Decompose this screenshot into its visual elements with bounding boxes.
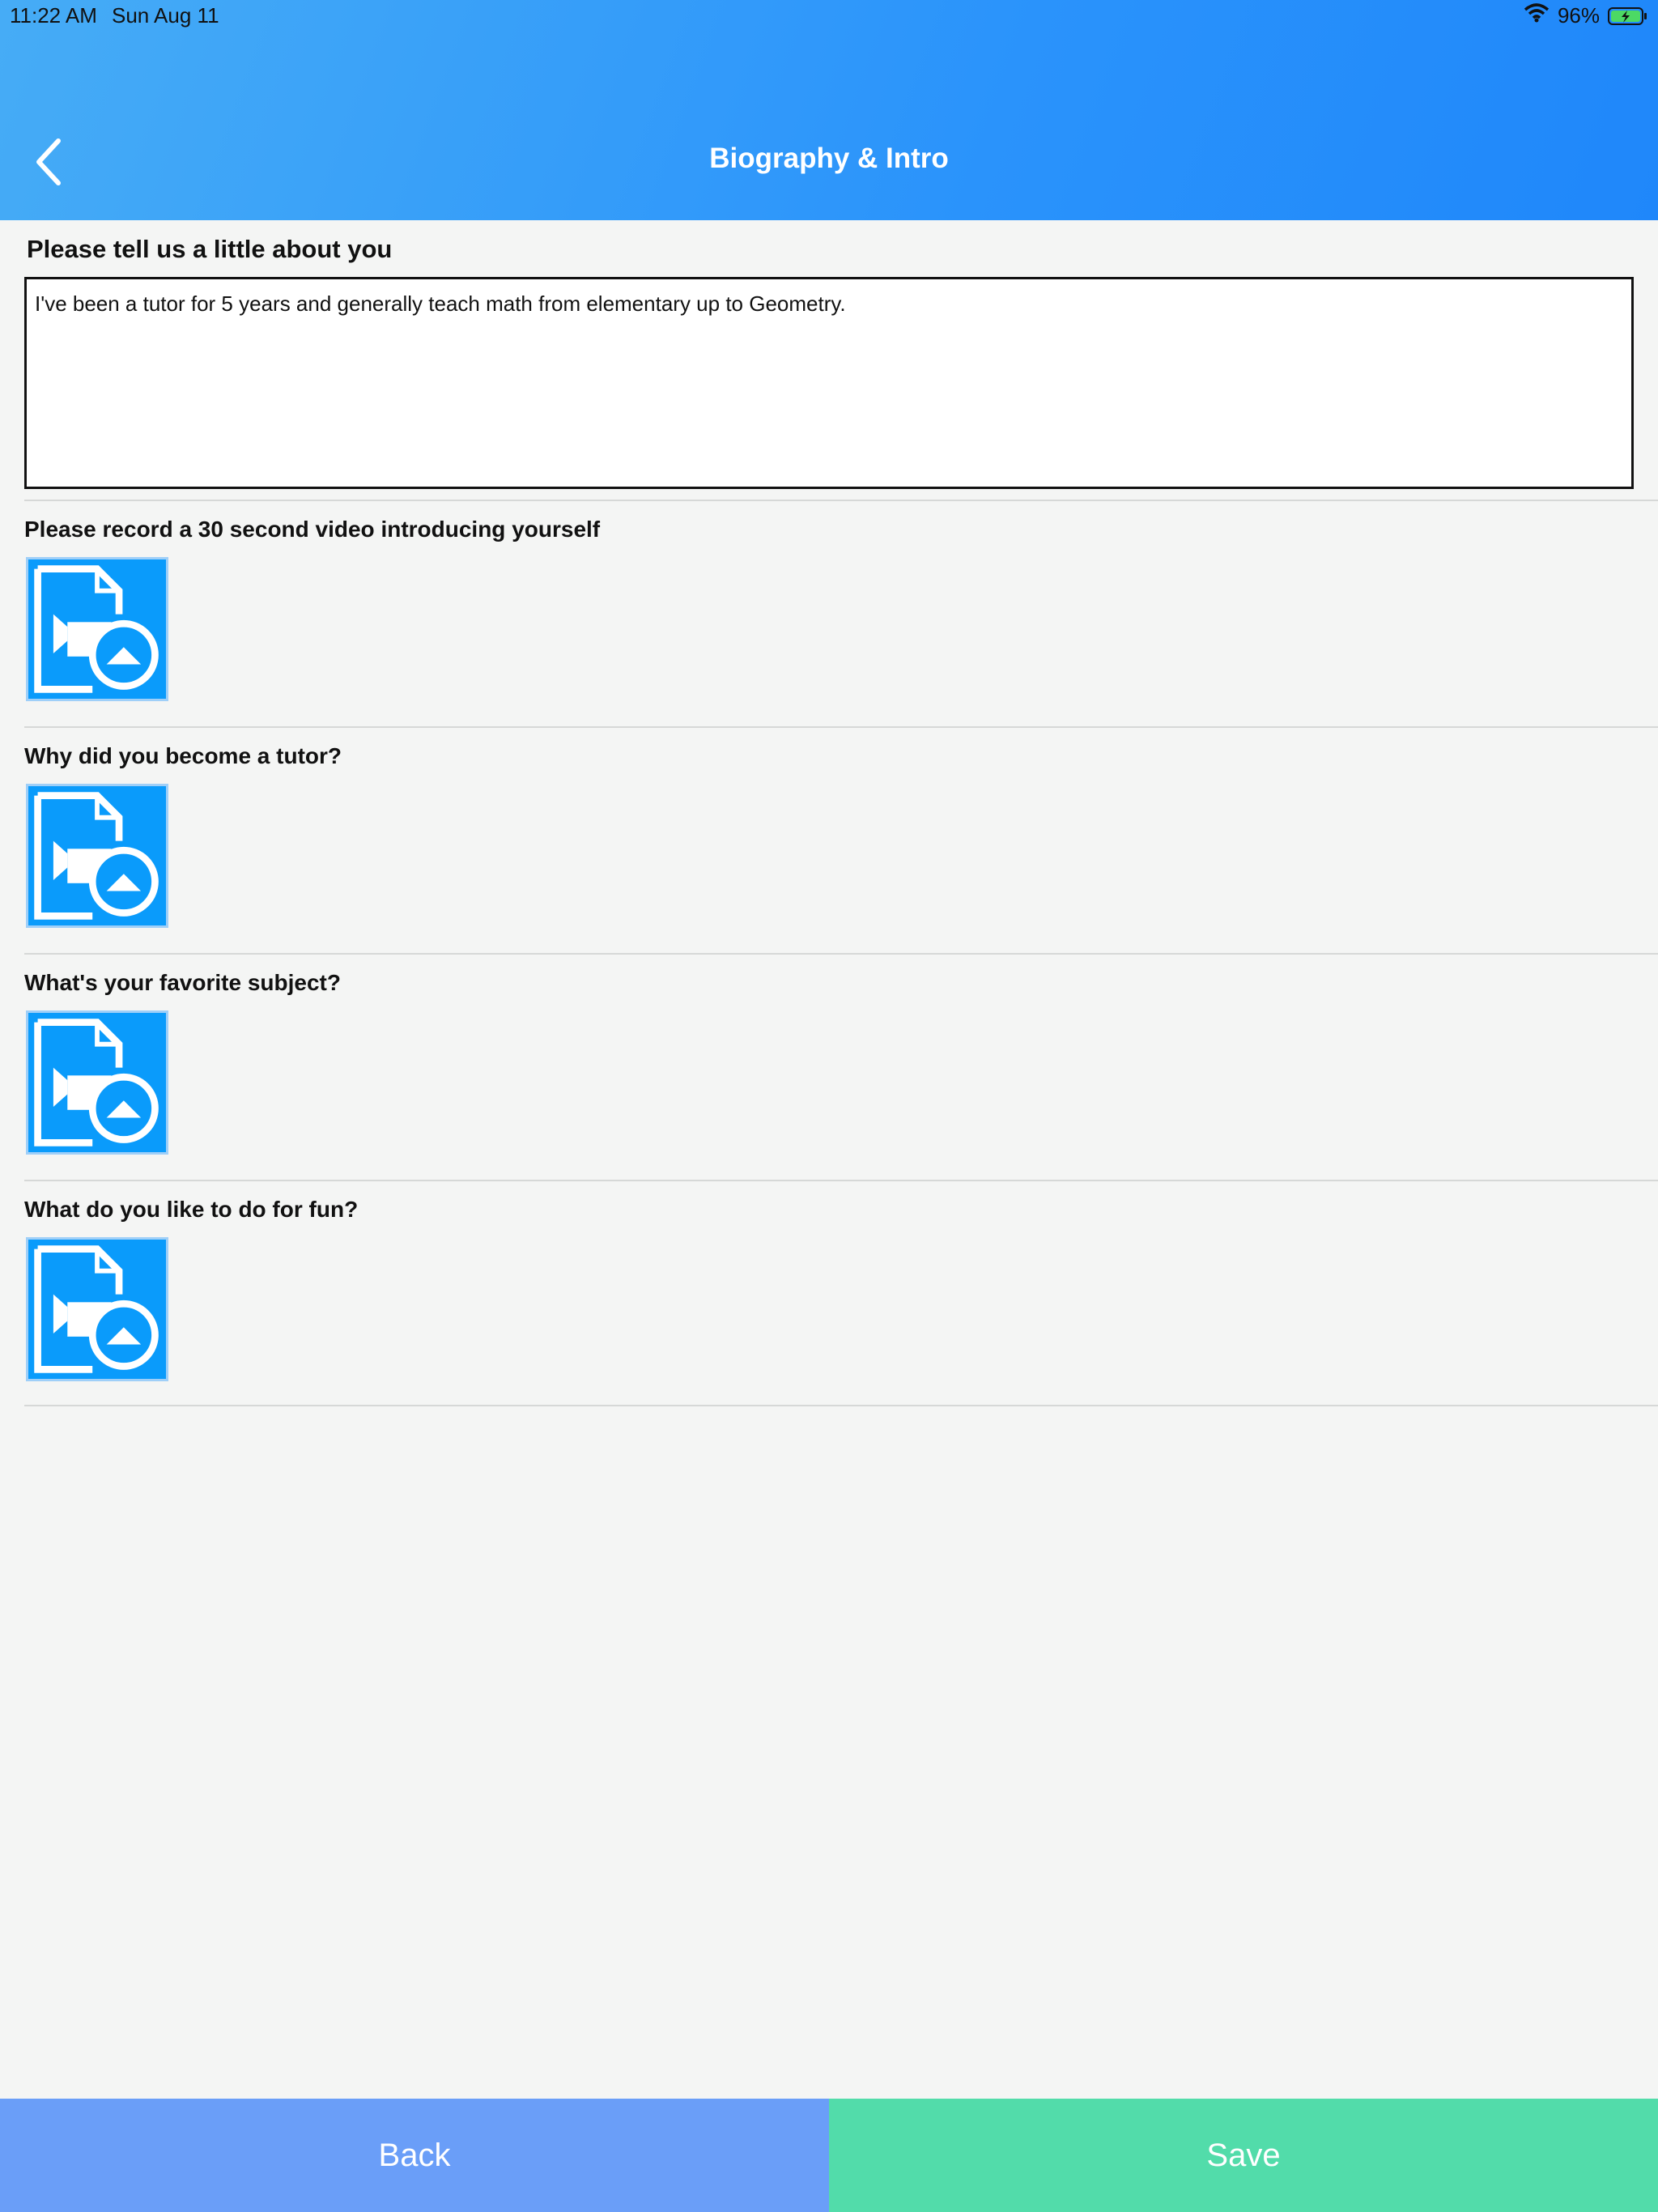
header-bar: 11:22 AM Sun Aug 11 96% Biography & Intr…: [0, 0, 1658, 220]
video-upload-icon[interactable]: [26, 1237, 168, 1381]
back-button[interactable]: Back: [0, 2099, 829, 2212]
video-upload-icon[interactable]: [26, 557, 168, 701]
page-title: Biography & Intro: [709, 143, 949, 174]
bio-label: Please tell us a little about you: [27, 235, 393, 263]
section-label: Why did you become a tutor?: [24, 743, 342, 768]
video-upload-icon[interactable]: [26, 784, 168, 928]
bio-textarea[interactable]: I've been a tutor for 5 years and genera…: [24, 277, 1634, 489]
video-section-fun: What do you like to do for fun?: [0, 1180, 1658, 1407]
status-time: 11:22 AM: [10, 3, 97, 28]
wifi-icon: [1524, 3, 1550, 28]
video-section-why-tutor: Why did you become a tutor?: [0, 727, 1658, 954]
video-section-intro: Please record a 30 second video introduc…: [0, 500, 1658, 727]
video-upload-icon[interactable]: [26, 1010, 168, 1155]
video-section-favorite-subject: What's your favorite subject?: [0, 954, 1658, 1180]
status-bar: 11:22 AM Sun Aug 11 96%: [0, 0, 1658, 32]
battery-charging-icon: [1608, 6, 1648, 26]
footer-bar: Back Save: [0, 2099, 1658, 2212]
battery-percent: 96%: [1557, 3, 1600, 28]
divider: [24, 1405, 1658, 1406]
save-button[interactable]: Save: [829, 2099, 1658, 2212]
status-indicators: 96%: [1524, 3, 1648, 28]
section-label: What's your favorite subject?: [24, 970, 341, 995]
section-label: Please record a 30 second video introduc…: [24, 517, 601, 542]
section-label: What do you like to do for fun?: [24, 1197, 359, 1222]
status-date: Sun Aug 11: [112, 3, 219, 28]
